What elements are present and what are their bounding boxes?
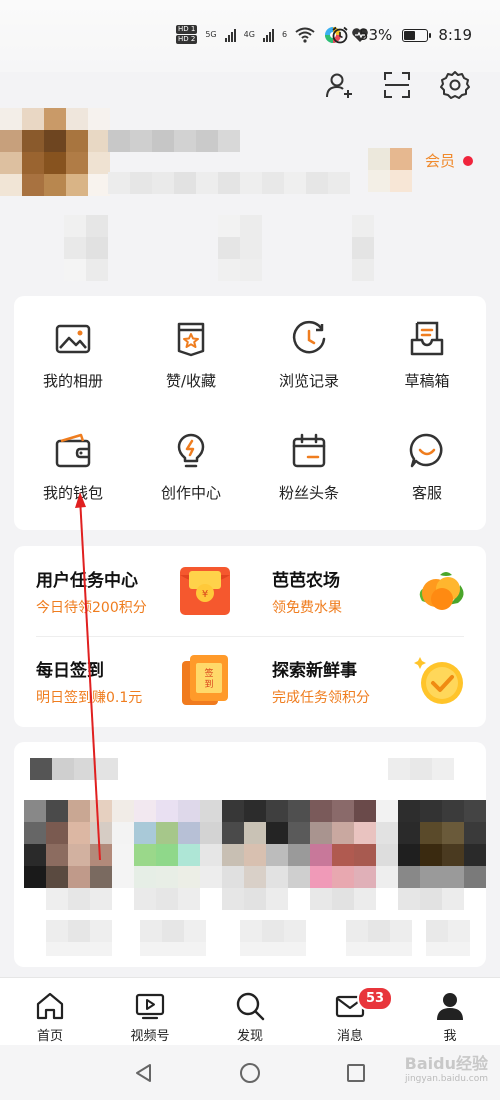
baidu-watermark: Baidu经验 jingyan.baidu.com [405,1050,488,1084]
nav-label: 我 [443,1029,457,1044]
me-icon [437,993,463,1020]
task-explore-news[interactable]: 探索新鲜事 完成任务领积分 [250,636,486,726]
svg-text:¥: ¥ [202,589,208,600]
task-user-center[interactable]: 用户任务中心 今日待领200积分 ¥ [14,546,250,636]
nav-home[interactable]: 首页 [0,978,100,1045]
fruit-icon [419,572,464,610]
nav-me[interactable]: 我 [400,978,500,1045]
watermark-url: jingyan.baidu.com [404,1074,488,1084]
stats-blur [64,215,374,281]
history-icon [292,320,326,354]
grid-item-label: 草稿箱 [404,372,450,390]
vip-entry[interactable]: 会员 [425,150,473,171]
nav-label: 视频号 [130,1029,170,1044]
grid-item-label: 粉丝头条 [278,484,339,502]
nav-label: 首页 [36,1029,63,1044]
vip-label: 会员 [424,152,455,170]
photo-album-icon [55,324,91,354]
red-envelope-icon: ¥ [180,567,230,615]
customer-service-icon [409,433,443,468]
hd1-label: HD 1 [176,25,198,34]
calendar-icon [292,433,326,468]
grid-item-label: 我的钱包 [42,484,103,502]
network-4g-label: 4G [243,30,255,39]
grid-item-label: 赞/收藏 [165,372,217,390]
profile-header [0,100,500,290]
grid-item-favorites[interactable]: 赞/收藏 [132,300,250,412]
discover-icon [236,992,265,1021]
quick-actions-card: 我的相册 赞/收藏 浏览记录 草稿箱 我的钱包 创作中心 粉丝头条 客服 [14,296,486,530]
avatar[interactable] [0,108,110,196]
clock: 8:19 [438,26,472,44]
nav-discover[interactable]: 发现 [200,978,300,1045]
wallet-icon [55,433,91,468]
video-icon [135,993,165,1020]
grid-item-label: 我的相册 [42,372,103,390]
nav-video[interactable]: 视频号 [100,978,200,1045]
favorites-icon [177,322,205,357]
grid-item-label: 客服 [411,484,442,502]
task-daily-sign-in[interactable]: 每日签到 明日签到赚0.1元 签到 [14,636,250,726]
grid-item-label: 浏览记录 [278,372,339,390]
notification-dot [463,155,473,166]
nav-messages[interactable]: 消息 53 [300,978,400,1045]
add-friend-icon[interactable] [324,70,354,100]
grid-item-fans-headline[interactable]: 粉丝头条 [250,412,368,524]
drafts-icon [410,321,444,356]
alarm-icon [332,26,348,44]
watermark-text: Baidu经验 [404,1054,488,1073]
home-circle-icon[interactable] [239,1062,261,1084]
bottom-nav: 首页 视频号 发现 消息 53 我 [0,977,500,1045]
status-right: 53% 8:19 [331,26,472,44]
battery-icon [402,28,432,42]
order-labels-blur [46,920,470,956]
wifi-label: 6 [281,30,288,39]
back-icon[interactable] [133,1062,155,1084]
battery-percent: 53% [358,26,393,44]
orders-card [14,742,486,967]
signal-strength-icon [262,28,274,42]
tasks-card: 用户任务中心 今日待领200积分 ¥ 芭芭农场 领免费水果 每日签到 明日签到赚… [14,546,486,727]
grid-item-label: 创作中心 [160,484,221,502]
section-more-blur [388,758,454,780]
unread-badge: 53 [357,986,394,1011]
top-actions [324,70,470,100]
scan-icon[interactable] [382,70,412,100]
order-status-blur [24,800,486,910]
username-blur [108,130,240,152]
sign-in-card-icon: 签到 [182,655,228,705]
wifi-icon [295,27,315,43]
task-baba-farm[interactable]: 芭芭农场 领免费水果 [250,546,486,636]
svg-text:到: 到 [204,678,213,690]
grid-item-customer-service[interactable]: 客服 [368,412,486,524]
divider [36,636,464,637]
signal-strength-icon [224,28,236,42]
grid-item-creator-center[interactable]: 创作中心 [132,412,250,524]
svg-text:签: 签 [204,667,213,679]
vip-icon-blur [368,148,412,192]
status-bar: HD 1 HD 2 5G 4G 6 53% 8:19 [0,0,500,72]
user-info-blur [108,172,350,194]
grid-item-history[interactable]: 浏览记录 [250,300,368,412]
network-5g-label: 5G [205,30,217,39]
grid-item-wallet[interactable]: 我的钱包 [14,412,132,524]
check-coin-icon [414,657,463,704]
hd-indicators: HD 1 HD 2 [176,24,198,45]
grid-item-drafts[interactable]: 草稿箱 [368,300,486,412]
settings-icon[interactable] [440,70,470,100]
hd2-label: HD 2 [176,35,198,44]
section-title-blur [30,758,118,780]
grid-item-photo-album[interactable]: 我的相册 [14,300,132,412]
nav-label: 发现 [236,1029,263,1044]
nav-label: 消息 [336,1029,363,1044]
home-icon [36,992,64,1020]
recents-icon[interactable] [345,1062,367,1084]
creator-center-icon [177,433,205,468]
